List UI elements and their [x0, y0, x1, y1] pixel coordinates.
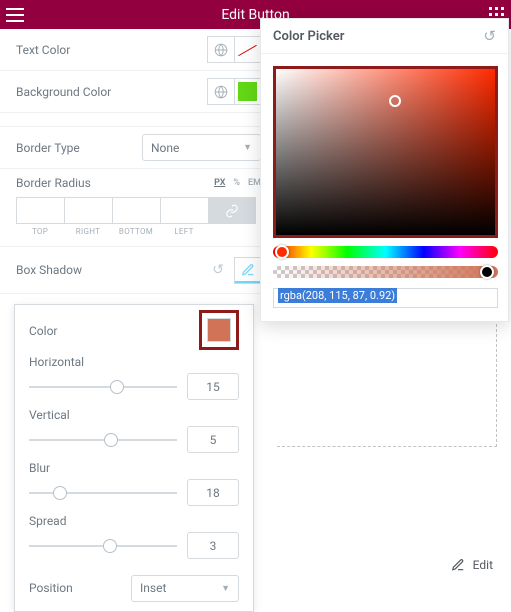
sv-cursor-icon — [389, 95, 401, 107]
shadow-spread-row: Spread — [29, 514, 239, 559]
bg-color-swatch[interactable] — [234, 78, 261, 105]
shadow-blur-label: Blur — [29, 461, 239, 475]
globe-icon[interactable] — [207, 36, 234, 63]
border-type-label: Border Type — [16, 141, 142, 155]
shadow-spread-label: Spread — [29, 514, 239, 528]
shadow-position-row: Position Inset ▼ — [29, 567, 239, 609]
menu-icon[interactable] — [6, 8, 24, 22]
reset-icon[interactable]: ↺ — [483, 27, 496, 45]
radius-left-input[interactable] — [160, 197, 208, 224]
style-panel: Text Color Background Color Border Type … — [0, 29, 277, 294]
shadow-color-row: Color — [29, 315, 239, 347]
shadow-vertical-input[interactable] — [187, 426, 239, 453]
col-top: TOP — [16, 227, 64, 236]
unit-percent[interactable]: % — [233, 178, 240, 188]
border-radius-col-labels: TOP RIGHT BOTTOM LEFT — [0, 227, 277, 236]
text-color-label: Text Color — [16, 43, 207, 57]
color-picker-title: Color Picker — [273, 29, 483, 44]
col-bottom: BOTTOM — [112, 227, 160, 236]
shadow-horizontal-slider[interactable] — [29, 378, 177, 396]
edit-section-button[interactable]: Edit — [451, 558, 493, 572]
text-color-swatch[interactable] — [234, 36, 261, 63]
alpha-thumb-icon — [480, 265, 494, 279]
shadow-position-label: Position — [29, 581, 131, 595]
saturation-value-field[interactable] — [273, 66, 498, 238]
shadow-spread-input[interactable] — [187, 532, 239, 559]
shadow-blur-input[interactable] — [187, 479, 239, 506]
border-type-value: None — [151, 141, 179, 155]
chevron-down-icon: ▼ — [243, 142, 252, 153]
unit-px[interactable]: PX — [214, 178, 225, 188]
col-left: LEFT — [160, 227, 208, 236]
edit-chip-label: Edit — [473, 558, 493, 572]
color-value-input[interactable]: rgba(208, 115, 87, 0.92) — [273, 288, 498, 308]
shadow-blur-row: Blur — [29, 461, 239, 506]
shadow-color-label: Color — [29, 324, 199, 338]
border-type-select[interactable]: None ▼ — [142, 134, 261, 161]
shadow-vertical-slider[interactable] — [29, 431, 177, 449]
box-shadow-edit-button[interactable] — [234, 257, 261, 284]
shadow-color-swatch[interactable] — [199, 310, 239, 350]
shadow-horizontal-row: Horizontal — [29, 355, 239, 400]
radius-bottom-input[interactable] — [112, 197, 160, 224]
chevron-down-icon: ▼ — [221, 583, 230, 594]
col-right: RIGHT — [64, 227, 112, 236]
box-shadow-row: Box Shadow ↺ — [0, 246, 277, 294]
section-divider — [0, 113, 277, 127]
text-color-row: Text Color — [0, 29, 277, 71]
radius-top-input[interactable] — [16, 197, 64, 224]
border-radius-inputs — [0, 197, 277, 227]
border-radius-label: Border Radius — [16, 176, 214, 190]
color-value-text: rgba(208, 115, 87, 0.92) — [278, 288, 397, 303]
color-picker-popover: Color Picker ↺ rgba(208, 115, 87, 0.92) — [260, 18, 509, 322]
shadow-vertical-label: Vertical — [29, 408, 239, 422]
shadow-spread-slider[interactable] — [29, 537, 177, 555]
radius-right-input[interactable] — [64, 197, 112, 224]
color-picker-body: rgba(208, 115, 87, 0.92) — [261, 54, 508, 318]
shadow-position-select[interactable]: Inset ▼ — [131, 575, 239, 602]
shadow-blur-slider[interactable] — [29, 484, 177, 502]
alpha-slider[interactable] — [273, 266, 498, 278]
shadow-horizontal-label: Horizontal — [29, 355, 239, 369]
hue-thumb-icon — [275, 245, 289, 259]
globe-icon[interactable] — [207, 78, 234, 105]
box-shadow-label: Box Shadow — [16, 263, 212, 277]
border-type-row: Border Type None ▼ — [0, 127, 277, 169]
link-values-button[interactable] — [208, 197, 256, 224]
box-shadow-popover: Color Horizontal Vertical Blur Spread Po… — [14, 304, 254, 612]
reset-icon[interactable]: ↺ — [212, 262, 224, 278]
border-radius-head: Border Radius PX % EM — [0, 169, 277, 197]
shadow-vertical-row: Vertical — [29, 408, 239, 453]
shadow-position-value: Inset — [140, 581, 166, 595]
bg-color-row: Background Color — [0, 71, 277, 113]
bg-color-label: Background Color — [16, 85, 207, 99]
unit-switch: PX % EM — [214, 178, 261, 188]
color-picker-header: Color Picker ↺ — [261, 19, 508, 54]
shadow-horizontal-input[interactable] — [187, 373, 239, 400]
hue-slider[interactable] — [273, 246, 498, 258]
